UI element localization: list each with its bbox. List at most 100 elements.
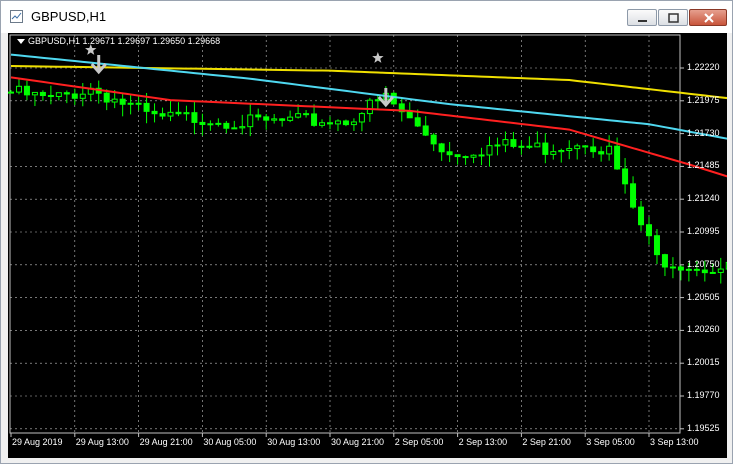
candle-body xyxy=(606,145,613,155)
candle-body xyxy=(494,144,501,147)
candle-body xyxy=(255,114,262,118)
candle-body xyxy=(502,139,509,146)
candle-body xyxy=(327,122,333,125)
candle-body xyxy=(223,122,230,129)
candle-body xyxy=(358,113,365,123)
candle-body xyxy=(15,85,22,93)
candle-body xyxy=(622,168,629,185)
candle-body xyxy=(366,99,373,115)
candle-body xyxy=(685,268,692,271)
price-axis-label: 1.21975 xyxy=(687,94,720,105)
candle-body xyxy=(653,235,660,256)
candle-body xyxy=(438,143,445,153)
candle-body xyxy=(231,127,238,130)
time-axis-label: 29 Aug 13:00 xyxy=(75,437,129,447)
candle-body xyxy=(350,121,357,126)
candle-body xyxy=(287,116,294,121)
candle-body xyxy=(143,102,150,112)
candle-body xyxy=(342,120,349,126)
title-bar[interactable]: GBPUSD,H1 xyxy=(1,1,732,33)
candle-body xyxy=(518,145,525,148)
candle-body xyxy=(191,112,198,123)
candle-body xyxy=(414,117,421,127)
candle-body xyxy=(462,156,469,159)
candle-body xyxy=(207,123,214,126)
candle-body xyxy=(709,271,716,274)
chart-window: GBPUSD,H1 GBPUSD,H1 1.29671 1.29697 1.29… xyxy=(0,0,733,464)
candle-body xyxy=(31,91,38,96)
close-icon xyxy=(704,13,714,23)
candle-body xyxy=(23,85,30,96)
price-chart[interactable]: GBPUSD,H1 1.29671 1.29697 1.29650 1.2966… xyxy=(8,33,727,458)
time-axis-label: 30 Aug 21:00 xyxy=(331,437,385,447)
candle-body xyxy=(446,151,453,156)
candle-body xyxy=(175,111,182,115)
price-axis-label: 1.20750 xyxy=(687,258,720,269)
candle-body xyxy=(430,134,437,145)
candle-body xyxy=(39,91,46,97)
candle-body xyxy=(638,206,645,226)
candle-body xyxy=(239,126,246,129)
candle-body xyxy=(279,118,286,121)
candle-body xyxy=(47,95,54,98)
candle-body xyxy=(159,113,166,117)
candle-body xyxy=(677,266,684,271)
time-axis-label: 30 Aug 05:00 xyxy=(203,437,257,447)
legend-dropdown-icon[interactable] xyxy=(17,39,25,44)
candle-body xyxy=(247,114,254,128)
candle-body xyxy=(55,92,62,97)
price-axis-label: 1.20015 xyxy=(687,357,720,368)
price-axis-label: 1.21240 xyxy=(687,193,720,204)
time-axis-label: 2 Sep 05:00 xyxy=(394,437,444,447)
time-axis-label: 29 Aug 21:00 xyxy=(139,437,193,447)
candle-body xyxy=(470,154,477,158)
price-axis-label: 1.20995 xyxy=(687,226,720,236)
candle-body xyxy=(103,92,110,103)
candle-body xyxy=(79,93,86,99)
candle-body xyxy=(63,92,70,95)
candle-body xyxy=(119,98,126,105)
price-axis-label: 1.21485 xyxy=(687,160,720,171)
candle-body xyxy=(199,121,206,125)
candle-body xyxy=(582,145,589,148)
price-axis-label: 1.19525 xyxy=(687,422,720,433)
candle-body xyxy=(478,154,485,157)
candle-body xyxy=(630,183,637,208)
maximize-icon xyxy=(668,13,679,23)
fractal-star-marker xyxy=(372,52,384,63)
close-button[interactable] xyxy=(689,9,727,26)
candle-body xyxy=(334,120,341,125)
candle-body xyxy=(661,254,668,268)
candle-body xyxy=(598,151,605,155)
price-axis-label: 1.19770 xyxy=(687,390,720,400)
window-title: GBPUSD,H1 xyxy=(31,9,107,24)
candle-body xyxy=(542,142,549,155)
candle-body xyxy=(71,93,78,99)
candle-body xyxy=(151,110,158,115)
candle-body xyxy=(614,145,621,170)
candle-body xyxy=(534,142,541,148)
chart-canvas[interactable] xyxy=(8,33,727,458)
candle-body xyxy=(271,118,278,121)
candle-body xyxy=(319,122,326,126)
time-axis-label: 30 Aug 13:00 xyxy=(267,437,321,447)
candle-body xyxy=(422,125,429,136)
candle-body xyxy=(183,112,190,115)
candle-body xyxy=(135,102,142,105)
minimize-button[interactable] xyxy=(627,9,657,26)
candle-body xyxy=(574,145,581,150)
candle-body xyxy=(406,111,413,119)
time-axis-label: 3 Sep 13:00 xyxy=(650,437,699,447)
candle-body xyxy=(550,151,557,155)
candle-body xyxy=(263,116,270,121)
chart-legend: GBPUSD,H1 1.29671 1.29697 1.29650 1.2966… xyxy=(28,36,221,46)
candle-body xyxy=(486,145,493,156)
candle-body xyxy=(215,122,222,125)
time-axis-label: 2 Sep 13:00 xyxy=(458,437,508,447)
candle-body xyxy=(526,145,533,148)
candle-body xyxy=(510,139,517,147)
candle-body xyxy=(303,113,310,116)
maximize-button[interactable] xyxy=(658,9,688,26)
candle-body xyxy=(717,268,724,273)
plot-border xyxy=(9,34,681,434)
